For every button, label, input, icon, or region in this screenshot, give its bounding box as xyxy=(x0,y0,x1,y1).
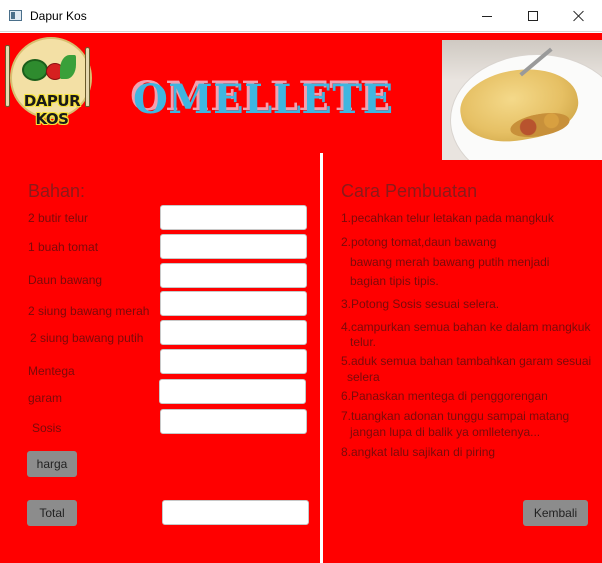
ingredient-field-sosis[interactable] xyxy=(160,409,307,434)
app-icon xyxy=(9,10,22,21)
ingredient-field-tomat[interactable] xyxy=(160,234,307,259)
bawang-merah-input[interactable] xyxy=(161,292,306,315)
ingredient-label-garam: garam xyxy=(28,391,63,405)
step-line: 6.Panaskan mentega di penggorengan xyxy=(341,389,548,403)
ingredients-heading: Bahan: xyxy=(28,181,86,201)
step-line: 8.angkat lalu sajikan di piring xyxy=(341,445,496,459)
sosis-input[interactable] xyxy=(161,410,306,433)
back-button[interactable]: Kembali xyxy=(523,500,588,526)
telur-input[interactable] xyxy=(161,206,306,229)
logo-watermelon-icon xyxy=(22,59,48,81)
ingredient-label-sosis: Sosis xyxy=(32,421,62,435)
maximize-button[interactable] xyxy=(510,0,556,32)
ingredient-field-bawang-putih[interactable] xyxy=(160,320,307,345)
panel-divider xyxy=(320,153,323,563)
omelette-photo xyxy=(442,40,602,160)
harga-button[interactable]: harga xyxy=(27,451,77,477)
step-line: 7.tuangkan adonan tunggu sampai matang xyxy=(341,409,570,423)
daun-bawang-input[interactable] xyxy=(161,264,306,287)
mentega-input[interactable] xyxy=(161,350,306,373)
bawang-putih-input[interactable] xyxy=(161,321,306,344)
dapur-kos-logo: DAPUR KOS xyxy=(4,35,96,128)
steps-heading: Cara Pembuatan xyxy=(341,181,478,201)
step-line: telur. xyxy=(350,335,377,349)
step-line: 3.Potong Sosis sesuai selera. xyxy=(341,297,500,311)
close-button[interactable] xyxy=(556,0,602,32)
title-bar: Dapur Kos xyxy=(0,0,602,32)
total-field[interactable] xyxy=(162,500,309,525)
tomat-input[interactable] xyxy=(161,235,306,258)
ingredient-label-mentega: Mentega xyxy=(28,364,75,378)
step-line: jangan lupa di balik ya omlletenya... xyxy=(350,425,541,439)
ingredient-label-bawang-putih: 2 siung bawang putih xyxy=(30,331,144,345)
maximize-icon xyxy=(528,11,538,21)
step-line: 2.potong tomat,daun bawang xyxy=(341,235,497,249)
step-line: 4.campurkan semua bahan ke dalam mangkuk xyxy=(341,320,591,334)
minimize-icon xyxy=(482,15,492,17)
dish-title: OMELLETE xyxy=(133,76,394,123)
step-line: 1.pecahkan telur letakan pada mangkuk xyxy=(341,211,554,225)
total-input[interactable] xyxy=(163,501,308,524)
ingredient-field-mentega[interactable] xyxy=(160,349,307,374)
ingredient-label-bawang-merah: 2 siung bawang merah xyxy=(28,304,150,318)
window-title: Dapur Kos xyxy=(30,9,87,23)
ingredient-label-tomat: 1 buah tomat xyxy=(28,240,99,254)
logo-text: DAPUR KOS xyxy=(23,92,81,128)
app-body: DAPUR KOS OMELLETE Bahan: 2 butir telur … xyxy=(0,33,602,563)
ingredient-field-bawang-merah[interactable] xyxy=(160,291,307,316)
ingredient-field-garam[interactable] xyxy=(159,379,306,404)
minimize-button[interactable] xyxy=(464,0,510,32)
garam-input[interactable] xyxy=(160,380,305,403)
ingredient-label-daun-bawang: Daun bawang xyxy=(28,273,103,287)
ingredient-label-telur: 2 butir telur xyxy=(28,211,89,225)
ingredient-field-telur[interactable] xyxy=(160,205,307,230)
close-icon xyxy=(573,10,585,22)
step-line: bawang merah bawang putih menjadi xyxy=(350,255,550,269)
step-line: 5.aduk semua bahan tambahkan garam sesua… xyxy=(341,354,592,368)
step-line: selera xyxy=(347,370,380,384)
ingredient-field-daun-bawang[interactable] xyxy=(160,263,307,288)
step-line: bagian tipis tipis. xyxy=(350,274,439,288)
total-button[interactable]: Total xyxy=(27,500,77,526)
